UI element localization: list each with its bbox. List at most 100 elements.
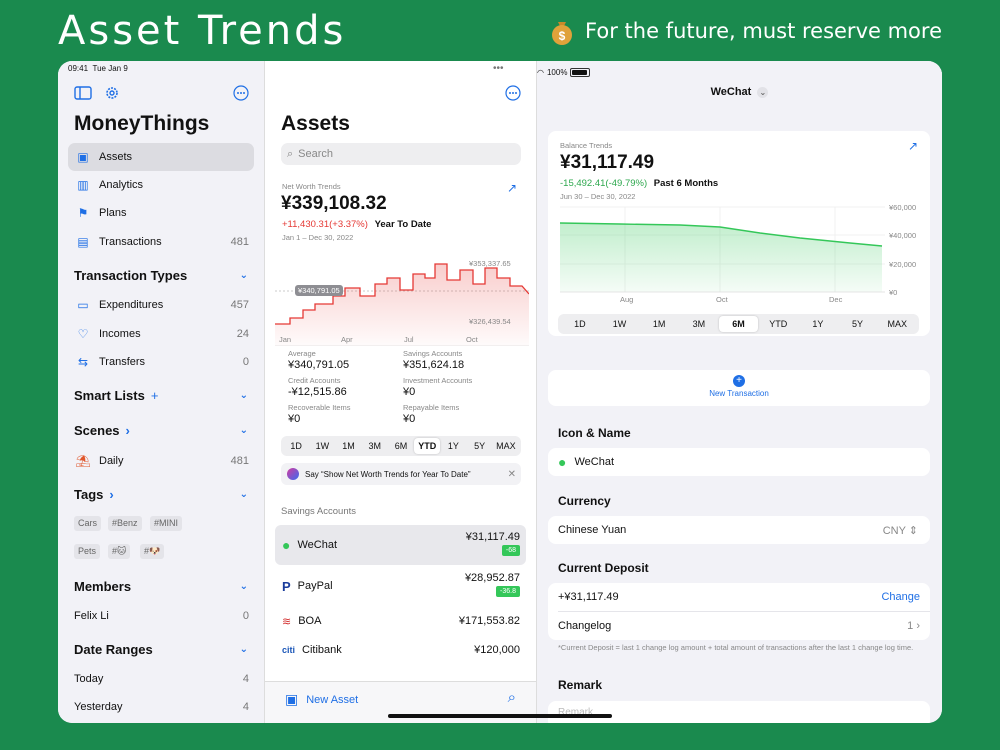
- more-icon[interactable]: [505, 85, 521, 101]
- currency-picker[interactable]: Chinese Yuan CNY ⇕: [548, 516, 930, 544]
- sidebar: MoneyThings ▣ Assets ▥ Analytics ⚑ Plans…: [58, 61, 265, 723]
- delta-badge: -36.8: [496, 586, 520, 597]
- section-date-ranges[interactable]: Date Ranges ⌄: [74, 642, 250, 657]
- heart-icon: ♡: [77, 327, 89, 341]
- close-icon[interactable]: ✕: [508, 469, 516, 480]
- tag-chip[interactable]: #MINI: [150, 516, 183, 531]
- range-1d[interactable]: 1D: [283, 438, 309, 454]
- range-1y[interactable]: 1Y: [798, 316, 838, 332]
- tag-chip[interactable]: #Benz: [108, 516, 142, 531]
- range-1d[interactable]: 1D: [560, 316, 600, 332]
- balance-chart[interactable]: [560, 203, 885, 293]
- range-ytd[interactable]: YTD: [414, 438, 441, 454]
- chevron-down-icon: ⌄: [239, 425, 248, 436]
- change-deposit-button[interactable]: Change: [881, 591, 920, 603]
- range-ytd[interactable]: YTD: [758, 316, 798, 332]
- up-down-chevron-icon: ⇕: [908, 524, 918, 537]
- range-5y[interactable]: 5Y: [838, 316, 878, 332]
- changelog-row[interactable]: Changelog: [558, 620, 611, 632]
- siri-suggestion[interactable]: Say “Show Net Worth Trends for Year To D…: [281, 463, 521, 485]
- tag-chip[interactable]: #🐱: [108, 544, 131, 559]
- sidebar-item-incomes[interactable]: ♡ Incomes 24: [68, 320, 254, 348]
- sidebar-item-member[interactable]: Felix Li 0: [68, 602, 254, 630]
- chevron-down-icon: ⌄: [239, 270, 248, 281]
- siri-icon: [287, 468, 299, 480]
- sidebar-item-daily[interactable]: ⛱ Daily 481: [68, 447, 254, 475]
- y-tick: ¥40,000: [889, 231, 917, 240]
- chevron-down-icon[interactable]: ⌄: [757, 87, 769, 98]
- net-worth-chart[interactable]: [275, 256, 529, 346]
- search-input[interactable]: ⌕ Search: [281, 143, 521, 165]
- tag-chip[interactable]: Pets: [74, 544, 101, 559]
- home-indicator[interactable]: [388, 714, 612, 718]
- balance-trends-card: Balance Trends ↗ ¥31,117.49 -15,492.41(-…: [548, 131, 930, 336]
- range-1m[interactable]: 1M: [335, 438, 361, 454]
- chevron-right-icon: ›: [109, 487, 114, 502]
- chevron-down-icon: ⌄: [239, 489, 248, 500]
- gear-icon[interactable]: [104, 85, 120, 101]
- section-scenes[interactable]: Scenes › ⌄: [74, 423, 250, 438]
- sidebar-item-transfers[interactable]: ⇆ Transfers 0: [68, 348, 254, 376]
- sidebar-toggle-icon[interactable]: [74, 85, 92, 101]
- section-members[interactable]: Members ⌄: [74, 579, 250, 594]
- net-worth-trends-label: Net Worth Trends: [282, 182, 341, 191]
- ipad-screen: 09:41 Tue Jan 9 ◠ 100% MoneyThings ▣ Ass…: [58, 61, 942, 723]
- range-1w[interactable]: 1W: [600, 316, 640, 332]
- new-asset-button[interactable]: ▣ New Asset: [285, 691, 358, 708]
- sidebar-item-yesterday[interactable]: Yesterday 4: [68, 693, 254, 721]
- search-icon[interactable]: ⌕: [508, 689, 516, 706]
- range-6m[interactable]: 6M: [388, 438, 414, 454]
- citi-icon: citi: [282, 645, 296, 655]
- range-3m[interactable]: 3M: [362, 438, 388, 454]
- name-field[interactable]: ● WeChat: [548, 448, 930, 476]
- add-smart-list-button[interactable]: +: [151, 388, 159, 403]
- month-tick: Jan: [279, 335, 292, 344]
- wechat-icon: ●: [558, 454, 567, 470]
- range-6m[interactable]: 6M: [718, 316, 759, 332]
- month-tick: Apr: [341, 335, 353, 344]
- net-worth-period: Year To Date: [374, 219, 432, 230]
- range-selector[interactable]: 1D 1W 1M 3M 6M YTD 1Y 5Y MAX: [558, 314, 919, 334]
- range-1y[interactable]: 1Y: [440, 438, 466, 454]
- range-5y[interactable]: 5Y: [467, 438, 493, 454]
- new-transaction-button[interactable]: + New Transaction: [548, 370, 930, 406]
- sidebar-item-expenditures[interactable]: ▭ Expenditures 457: [68, 291, 254, 319]
- deposit-value: +¥31,117.49: [558, 591, 619, 603]
- range-3m[interactable]: 3M: [679, 316, 719, 332]
- sidebar-item-analytics[interactable]: ▥ Analytics: [68, 171, 254, 199]
- detail-pane: WeChat ⌄ Balance Trends ↗ ¥31,117.49 -15…: [537, 61, 942, 723]
- sidebar-item-plans[interactable]: ⚑ Plans: [68, 199, 254, 227]
- range-1w[interactable]: 1W: [309, 438, 335, 454]
- range-selector[interactable]: 1D 1W 1M 3M 6M YTD 1Y 5Y MAX: [281, 436, 521, 456]
- account-row-wechat[interactable]: ● WeChat ¥31,117.49 -68: [275, 525, 526, 565]
- tag-chip[interactable]: Cars: [74, 516, 102, 531]
- status-bar: 09:41 Tue Jan 9 ◠ 100%: [58, 61, 942, 80]
- section-tags[interactable]: Tags › ⌄: [74, 487, 250, 502]
- section-smart-lists[interactable]: Smart Lists + ⌄: [74, 388, 250, 403]
- share-icon[interactable]: ↗: [507, 181, 517, 195]
- net-worth-date-range: Jan 1 – Dec 30, 2022: [282, 233, 354, 242]
- section-transaction-types[interactable]: Transaction Types ⌄: [74, 268, 250, 283]
- month-tick: Oct: [716, 295, 728, 304]
- chevron-right-icon[interactable]: ›: [916, 620, 920, 632]
- banner-title: Asset Trends: [58, 8, 347, 54]
- month-tick: Aug: [620, 295, 634, 304]
- account-row-paypal[interactable]: P PayPal ¥28,952.87 -36.8: [275, 566, 526, 606]
- sidebar-item-today[interactable]: Today 4: [68, 665, 254, 693]
- section-header: Current Deposit: [558, 561, 649, 575]
- deposit-footnote: *Current Deposit = last 1 change log amo…: [558, 643, 914, 652]
- add-asset-icon: ▣: [285, 691, 299, 707]
- share-icon[interactable]: ↗: [908, 139, 918, 153]
- detail-title[interactable]: WeChat: [711, 86, 752, 98]
- more-icon[interactable]: [233, 85, 249, 101]
- expenditures-icon: ▭: [77, 298, 89, 312]
- sidebar-item-transactions[interactable]: ▤ Transactions 481: [68, 228, 254, 256]
- range-1m[interactable]: 1M: [639, 316, 679, 332]
- remark-input[interactable]: Remark: [548, 701, 930, 723]
- range-max[interactable]: MAX: [877, 316, 917, 332]
- net-worth-change: +11,430.31(+3.37%): [282, 219, 368, 230]
- account-row-citibank[interactable]: citi Citibank ¥120,000: [275, 630, 526, 670]
- range-max[interactable]: MAX: [493, 438, 519, 454]
- tag-chip[interactable]: #🐶: [140, 544, 165, 559]
- sidebar-item-assets[interactable]: ▣ Assets: [68, 143, 254, 171]
